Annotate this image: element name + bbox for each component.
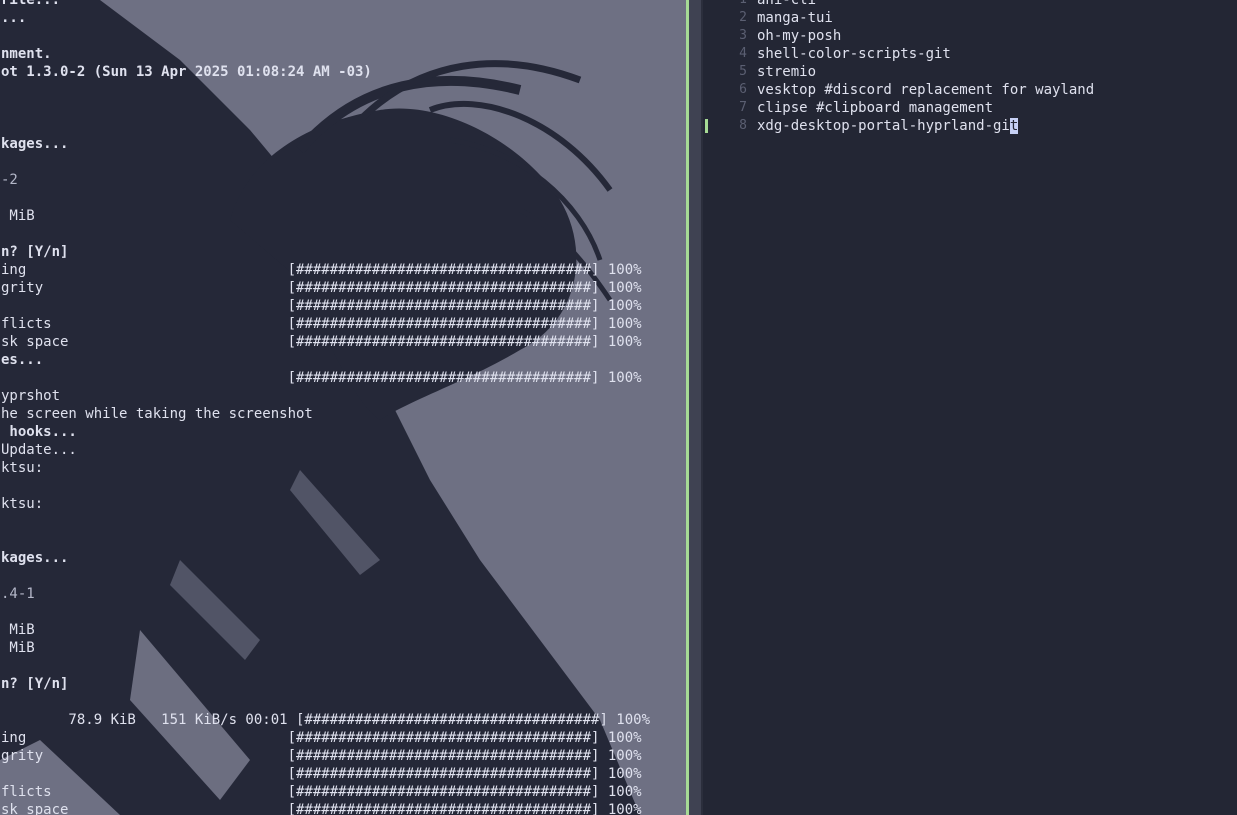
editor-pane[interactable]: 1 ani-cli 2 manga-tui 3 oh-my-posh 4 shell-colo… (703, 0, 1237, 815)
terminal-line: sk space [##############################… (1, 334, 642, 350)
terminal-line: hooks... (1, 424, 77, 440)
terminal-output: rile...... nment. ot 1.3.0-2 (Sun 13 Apr … (1, 0, 650, 815)
line-text[interactable]: ani-cli (757, 0, 816, 9)
terminal-line: kages... (1, 550, 69, 566)
line-number: 1 (723, 0, 747, 9)
terminal-line: ... (1, 10, 27, 26)
terminal-line: es... (1, 352, 44, 368)
line-text[interactable]: clipse #clipboard management (757, 99, 993, 117)
line-content: vesktop #discord replacement for wayland (757, 82, 1095, 98)
line-text[interactable]: shell-color-scripts-git (757, 45, 951, 63)
terminal-line: nment. (1, 46, 52, 62)
line-text[interactable]: manga-tui (757, 9, 833, 27)
terminal-line: kages... (1, 136, 69, 152)
terminal-line: flicts [################################… (1, 316, 642, 332)
terminal-line: [###################################] 10… (1, 766, 642, 782)
line-text[interactable]: stremio (757, 63, 816, 81)
terminal-line: he screen while taking the screenshot (1, 406, 313, 422)
terminal-line: grity [#################################… (1, 748, 642, 764)
terminal-line: Update... (1, 442, 77, 458)
line-content: xdg-desktop-portal-hyprland-gi (757, 118, 1010, 134)
terminal-pane[interactable]: rile...... nment. ot 1.3.0-2 (Sun 13 Apr … (0, 0, 686, 815)
terminal-line: ktsu: (1, 460, 44, 476)
terminal-line: grity [#################################… (1, 280, 642, 296)
line-content: manga-tui (757, 10, 833, 26)
terminal-line: n? [Y/n] (1, 244, 69, 260)
window-gap (689, 0, 701, 815)
terminal-line: rile... (1, 0, 61, 8)
terminal-line: yprshot (1, 388, 61, 404)
terminal-line: ing [###################################… (1, 730, 642, 746)
terminal-line: -2 (1, 172, 18, 188)
line-text[interactable]: xdg-desktop-portal-hyprland-git (757, 117, 1019, 135)
terminal-line: ot 1.3.0-2 (Sun 13 Apr 2025 01:08:24 AM … (1, 64, 372, 80)
line-number: 6 (739, 82, 747, 97)
terminal-line: 78.9 KiB 151 KiB/s 00:01 [##############… (1, 712, 651, 728)
line-number: 2 (739, 10, 747, 25)
git-change-marker (705, 119, 708, 133)
line-content: stremio (757, 64, 817, 80)
line-number: 4 (739, 46, 747, 61)
line-content: clipse #clipboard management (757, 100, 994, 116)
line-number: 8 (739, 118, 747, 133)
line-number: 5 (739, 64, 747, 79)
terminal-line: flicts [################################… (1, 784, 642, 800)
terminal-line: ing [###################################… (1, 262, 642, 278)
terminal-line: ktsu: (1, 496, 44, 512)
terminal-line: n? [Y/n] (1, 676, 69, 692)
terminal-line: sk space [##############################… (1, 802, 642, 815)
terminal-line: [###################################] 10… (1, 370, 642, 386)
line-number: 7 (739, 100, 747, 115)
terminal-line: MiB (1, 622, 35, 638)
line-number: 3 (739, 28, 747, 43)
terminal-line: MiB (1, 208, 35, 224)
line-content: shell-color-scripts-git (757, 46, 951, 62)
line-text[interactable]: oh-my-posh (757, 27, 841, 45)
line-content: ani-cli (757, 0, 817, 8)
line-text[interactable]: vesktop #discord replacement for wayland (757, 81, 1094, 99)
terminal-line: .4-1 (1, 586, 35, 602)
terminal-line: [###################################] 10… (1, 298, 642, 314)
text-cursor: t (1009, 118, 1019, 134)
line-content: oh-my-posh (757, 28, 842, 44)
terminal-line: MiB (1, 640, 35, 656)
